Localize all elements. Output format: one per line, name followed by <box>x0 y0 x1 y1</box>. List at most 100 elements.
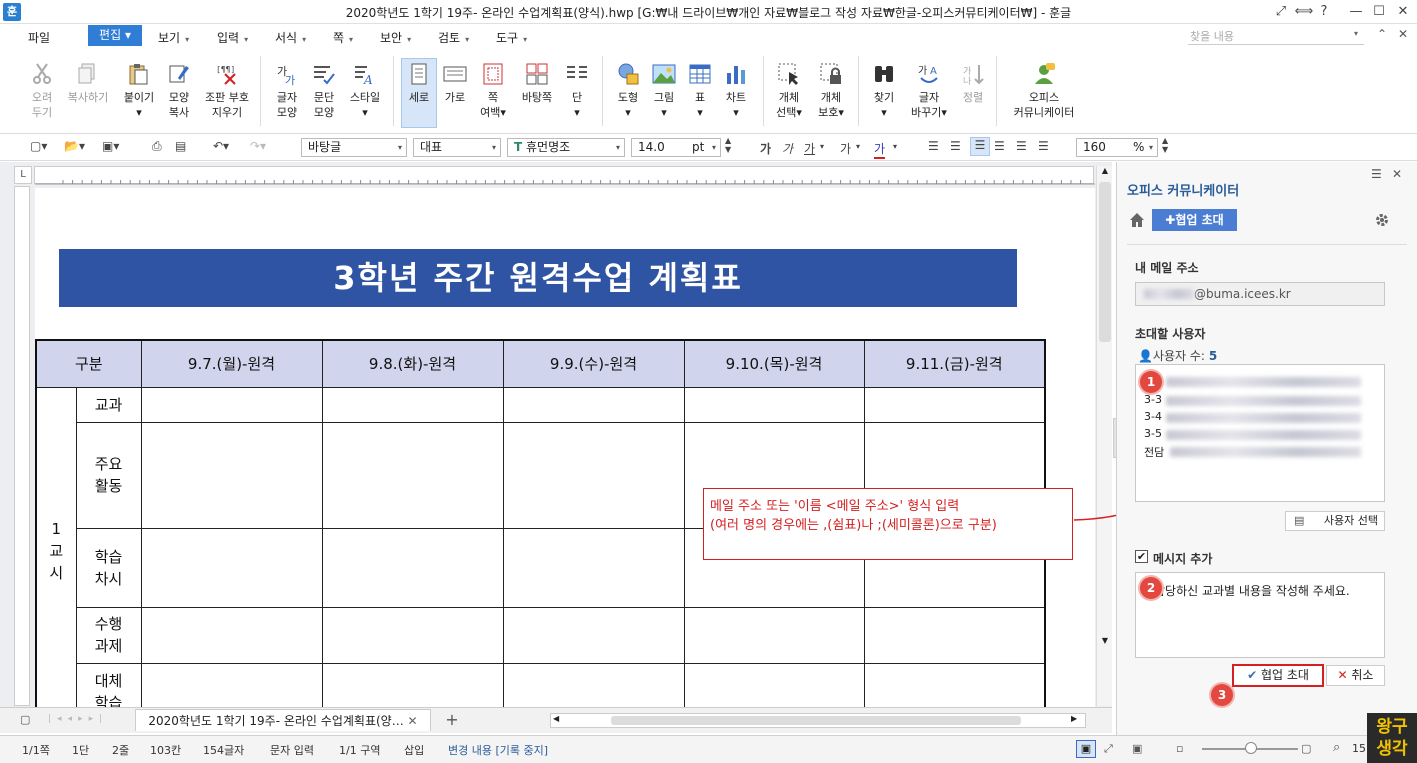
row-label[interactable]: 학습 차시 <box>75 527 142 608</box>
close-button[interactable]: ✕ <box>1392 3 1414 21</box>
table-cell[interactable] <box>321 386 504 423</box>
table-header[interactable]: 구분 <box>35 339 142 388</box>
menu-tools[interactable]: 도구 ▾ <box>496 29 527 46</box>
hscroll-thumb[interactable] <box>611 716 1021 725</box>
scroll-thumb[interactable] <box>1099 182 1111 342</box>
strikethrough-button[interactable]: 가 <box>840 140 851 157</box>
table-header[interactable]: 9.9.(수)-원격 <box>502 339 685 388</box>
zoom-select[interactable]: 160% ▾ <box>1076 138 1158 157</box>
menu-security[interactable]: 보안 ▾ <box>380 29 411 46</box>
panel-menu-icon[interactable]: ☰ <box>1371 167 1382 181</box>
column-button[interactable]: 단 ▾ <box>552 62 602 120</box>
menu-insert[interactable]: 입력 ▾ <box>217 29 248 46</box>
copy-button[interactable]: 복사하기 <box>63 62 113 105</box>
tab-nav-icon[interactable]: |◂◂▸▸| <box>48 714 108 724</box>
minimize-button[interactable]: — <box>1345 3 1367 21</box>
view-width-icon[interactable]: ⤢ <box>1104 742 1113 756</box>
font-size-input[interactable]: 14.0 pt ▾ <box>631 138 721 157</box>
align-divide-icon[interactable]: ☰ <box>1038 139 1049 153</box>
period-cell[interactable]: 1 교 시 <box>35 386 77 715</box>
menu-view[interactable]: 보기 ▾ <box>158 29 189 46</box>
zoom-slider-thumb[interactable] <box>1245 742 1257 754</box>
status-track-changes[interactable]: 변경 내용 [기록 중지] <box>448 742 548 758</box>
bold-button[interactable]: 가 <box>760 140 771 157</box>
status-insert-mode[interactable]: 삽입 <box>404 742 424 758</box>
row-label[interactable]: 교과 <box>75 386 142 423</box>
status-input-mode[interactable]: 문자 입력 <box>270 742 314 758</box>
style-button[interactable]: A 스타일 ▾ <box>340 62 390 120</box>
message-textarea[interactable]: 담당하신 교과별 내용을 작성해 주세요. <box>1135 572 1385 658</box>
strike-dropdown-icon[interactable]: ▾ <box>856 142 860 151</box>
menu-review[interactable]: 검토 ▾ <box>438 29 469 46</box>
underline-button[interactable]: 가 <box>804 140 815 157</box>
table-cell[interactable] <box>140 386 323 423</box>
table-cell[interactable] <box>321 527 504 608</box>
replace-button[interactable]: 가A 글자 바꾸기▾ <box>904 62 954 120</box>
menu-edit[interactable]: 편집 ▾ <box>88 25 142 46</box>
table-cell[interactable] <box>321 606 504 664</box>
table-cell[interactable] <box>502 386 685 423</box>
scroll-down-icon[interactable]: ▼ <box>1099 636 1111 650</box>
chart-button[interactable]: 차트 ▾ <box>711 62 761 120</box>
view-page-icon[interactable]: ▣ <box>1076 740 1096 758</box>
table-cell[interactable] <box>502 527 685 608</box>
resize-icon[interactable]: ⟺ <box>1293 3 1315 21</box>
find-button[interactable]: 찾기 ▾ <box>859 62 909 120</box>
table-cell[interactable] <box>140 606 323 664</box>
search-input[interactable]: 찾을 내용 <box>1188 28 1364 45</box>
maximize-button[interactable]: ☐ <box>1368 3 1390 21</box>
italic-button[interactable]: 가 <box>782 140 793 157</box>
ribbon-collapse-icon[interactable]: ⌃ <box>1377 27 1387 41</box>
object-protect-button[interactable]: 개체 보호▾ <box>806 62 856 120</box>
zoom-stepper[interactable]: ▲ ▼ <box>1162 136 1168 154</box>
user-select-button[interactable]: ▤ 사용자 선택 <box>1285 511 1385 531</box>
table-cell[interactable] <box>863 606 1046 664</box>
table-cell[interactable] <box>140 527 323 608</box>
open-folder-icon[interactable]: 📂▾ <box>64 139 85 153</box>
table-cell[interactable] <box>321 421 504 529</box>
font-color-dropdown-icon[interactable]: ▾ <box>893 142 897 151</box>
menu-format[interactable]: 서식 ▾ <box>275 29 306 46</box>
sort-button[interactable]: 가나 정렬 <box>948 62 998 105</box>
align-distribute-icon[interactable]: ☰ <box>1016 139 1027 153</box>
scroll-right-icon[interactable]: ▶ <box>1071 714 1077 723</box>
table-cell[interactable] <box>863 386 1046 423</box>
new-doc-icon[interactable]: ▢▾ <box>30 139 47 153</box>
menu-file[interactable]: 파일 <box>28 29 50 46</box>
vertical-ruler[interactable] <box>14 186 30 706</box>
table-cell[interactable] <box>683 606 865 664</box>
font-color-button[interactable]: 가 <box>874 140 886 159</box>
page-margin-button[interactable]: 쪽 여백▾ <box>468 62 518 120</box>
tab-document[interactable]: 2020학년도 1학기 19주- 온라인 수업계획표(양… ✕ <box>135 709 431 731</box>
horizontal-scrollbar[interactable]: ◀ ▶ <box>550 713 1086 728</box>
ruler-corner[interactable]: L <box>14 166 32 184</box>
horizontal-ruler[interactable] <box>34 166 1095 185</box>
align-center-icon[interactable]: ☰ <box>970 137 990 156</box>
table-header[interactable]: 9.8.(화)-원격 <box>321 339 504 388</box>
row-label[interactable]: 주요 활동 <box>75 421 142 529</box>
table-cell[interactable] <box>502 606 685 664</box>
print-icon[interactable]: ⎙ <box>152 139 162 154</box>
confirm-invite-button[interactable]: ✔ 협업 초대 <box>1232 664 1324 687</box>
add-message-checkbox[interactable]: ✔ <box>1135 550 1148 563</box>
table-header[interactable]: 9.7.(월)-원격 <box>140 339 323 388</box>
help-icon[interactable]: ? <box>1313 3 1335 21</box>
font-select[interactable]: T 휴먼명조 ▾ <box>507 138 625 157</box>
language-select[interactable]: 대표 ▾ <box>413 138 501 157</box>
undo-icon[interactable]: ↶▾ <box>213 139 229 153</box>
table-header[interactable]: 9.11.(금)-원격 <box>863 339 1046 388</box>
cut-button[interactable]: 오려 두기 <box>17 62 67 120</box>
align-left-icon[interactable]: ☰ <box>950 139 961 153</box>
view-full-icon[interactable]: ▣ <box>1132 742 1142 755</box>
doc-close-icon[interactable]: ✕ <box>1398 27 1408 41</box>
tab-close-icon[interactable]: ✕ <box>408 714 418 728</box>
fullscreen-icon[interactable]: ⤢ <box>1270 3 1292 21</box>
format-painter-button[interactable]: 모양 복사 <box>154 62 204 120</box>
scroll-up-icon[interactable]: ▲ <box>1099 166 1111 180</box>
scroll-left-icon[interactable]: ◀ <box>553 714 559 723</box>
invite-collab-button[interactable]: ✚협업 초대 <box>1152 209 1237 231</box>
search-dropdown-icon[interactable]: ▾ <box>1354 29 1358 38</box>
table-cell[interactable] <box>502 421 685 529</box>
status-page[interactable]: 1/1쪽 <box>22 742 50 758</box>
print-preview-icon[interactable]: ▤ <box>175 139 186 153</box>
